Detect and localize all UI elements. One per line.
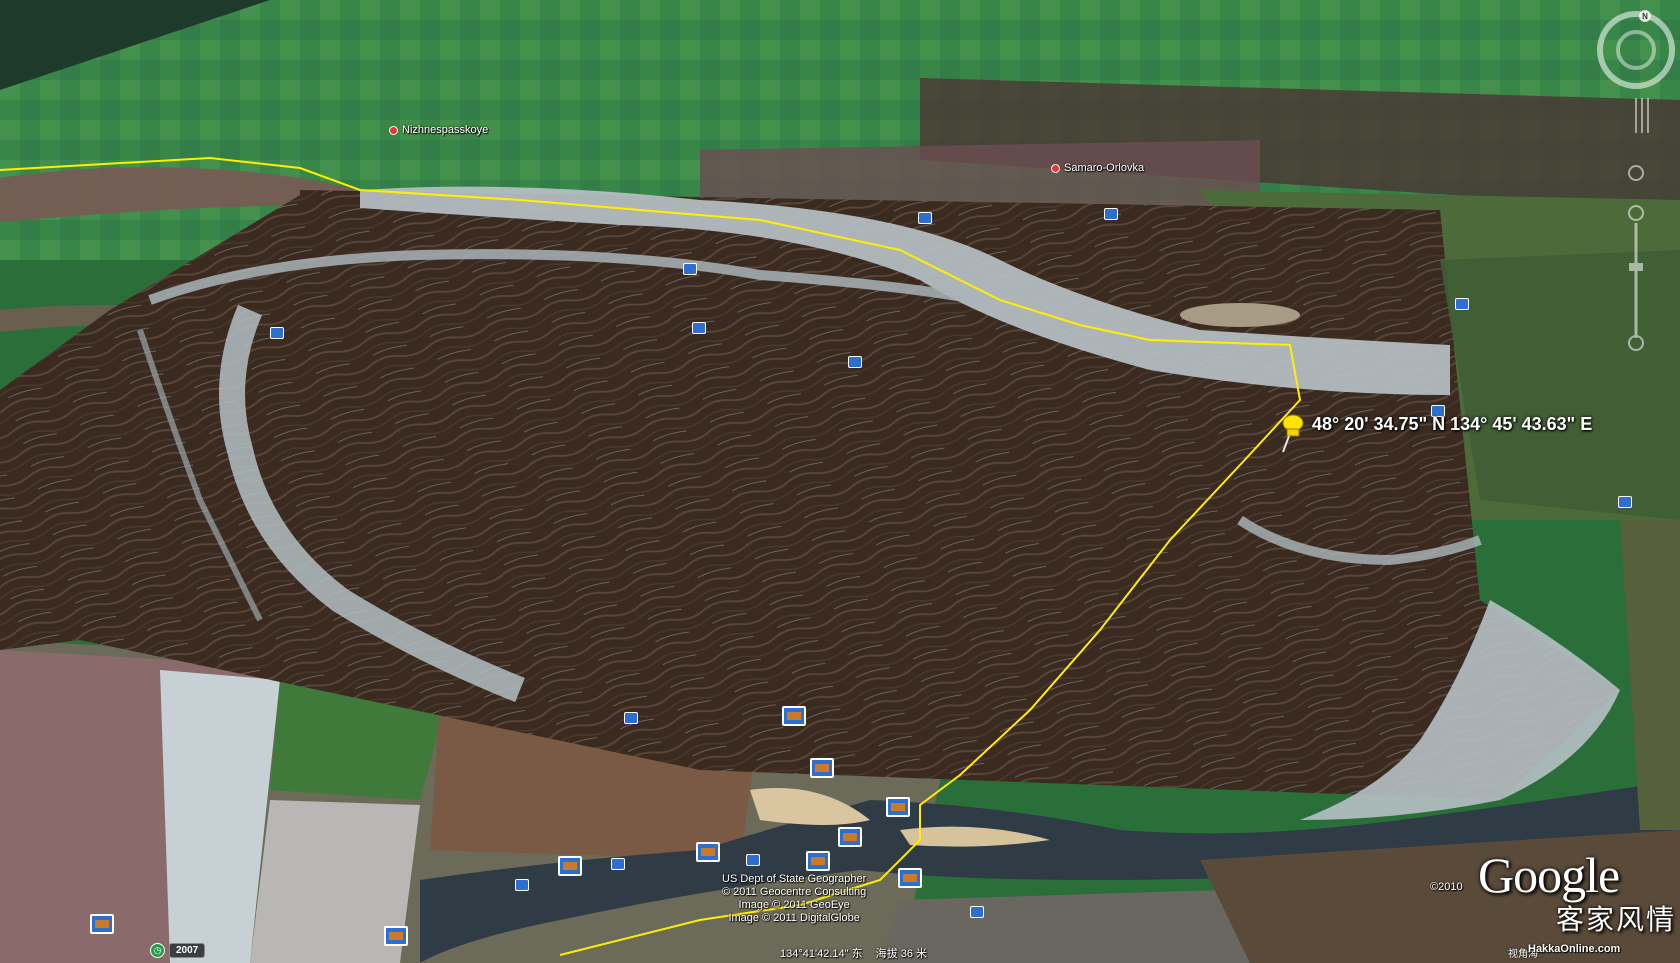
satellite-terrain[interactable] <box>0 0 1680 963</box>
photo-thumbnail-icon[interactable] <box>1104 208 1118 220</box>
copyright-year: ©2010 <box>1430 881 1463 893</box>
photo-thumbnail-icon[interactable] <box>270 327 284 339</box>
photo-thumbnail-icon[interactable] <box>1618 496 1632 508</box>
photo-thumbnail-icon[interactable] <box>558 856 582 876</box>
placemark-coordinates-label: 48° 20' 34.75" N 134° 45' 43.63" E <box>1312 414 1593 434</box>
photo-thumbnail-icon[interactable] <box>515 879 529 891</box>
credit-line: US Dept of State Geographer <box>722 873 867 885</box>
photo-thumbnail-icon[interactable] <box>810 758 834 778</box>
photo-thumbnail-icon[interactable] <box>782 706 806 726</box>
photo-thumbnail-icon[interactable] <box>746 854 760 866</box>
place-marker-icon <box>1051 163 1060 173</box>
credit-line: Image © 2011 DigitalGlobe <box>728 912 860 924</box>
status-bar: 134°41'42.14" 东 海拔 36 米 <box>780 945 937 961</box>
photo-thumbnail-icon[interactable] <box>692 322 706 334</box>
place-label-samaro-orlovka[interactable]: Samaro-Orlovka <box>1051 162 1144 174</box>
watermark-chinese: 客家风情 <box>1556 903 1677 936</box>
photo-thumbnail-icon[interactable] <box>1455 298 1469 310</box>
historical-imagery-badge[interactable]: ◷ 2007 <box>150 943 206 958</box>
photo-thumbnail-icon[interactable] <box>611 858 625 870</box>
placemark-pushpin-icon[interactable] <box>1277 414 1307 454</box>
photo-thumbnail-icon[interactable] <box>848 356 862 368</box>
photo-thumbnail-icon[interactable] <box>970 906 984 918</box>
photo-thumbnail-icon[interactable] <box>838 827 862 847</box>
watermark-url: HakkaOnline.com <box>1528 943 1621 955</box>
photo-thumbnail-icon[interactable] <box>90 914 114 934</box>
north-compass-icon[interactable]: N <box>1597 10 1675 89</box>
imagery-year: 2007 <box>169 943 206 958</box>
longitude-readout: 134°41'42.14" 东 <box>780 948 863 960</box>
credit-line: Image © 2011 GeoEye <box>738 899 850 911</box>
credit-line: © 2011 Geocentre Consulting <box>722 886 867 898</box>
place-label-nizhnespasskoye[interactable]: Nizhnespasskoye <box>389 124 488 136</box>
elevation-readout: 海拔 36 米 <box>875 948 927 960</box>
svg-text:N: N <box>1642 12 1648 21</box>
photo-thumbnail-icon[interactable] <box>918 212 932 224</box>
place-name: Samaro-Orlovka <box>1064 162 1145 174</box>
zoom-slider-icon[interactable] <box>1628 165 1644 351</box>
history-clock-icon[interactable]: ◷ <box>150 943 165 958</box>
photo-thumbnail-icon[interactable] <box>696 842 720 862</box>
imagery-credits: US Dept of State Geographer © 2011 Geoce… <box>722 873 866 925</box>
place-marker-icon <box>389 125 398 135</box>
navigation-controls[interactable]: N <box>1594 8 1676 353</box>
photo-thumbnail-icon[interactable] <box>624 712 638 724</box>
map-viewport[interactable]: Nizhnespasskoye Samaro-Orlovka 48° 20' 3… <box>0 0 1680 963</box>
place-name: Nizhnespasskoye <box>402 124 489 136</box>
photo-thumbnail-icon[interactable] <box>384 926 408 946</box>
photo-thumbnail-icon[interactable] <box>683 263 697 275</box>
photo-thumbnail-icon[interactable] <box>806 851 830 871</box>
google-logo: Google <box>1478 847 1620 903</box>
photo-thumbnail-icon[interactable] <box>886 797 910 817</box>
photo-thumbnail-icon[interactable] <box>898 868 922 888</box>
look-joystick-icon[interactable] <box>1635 98 1649 133</box>
